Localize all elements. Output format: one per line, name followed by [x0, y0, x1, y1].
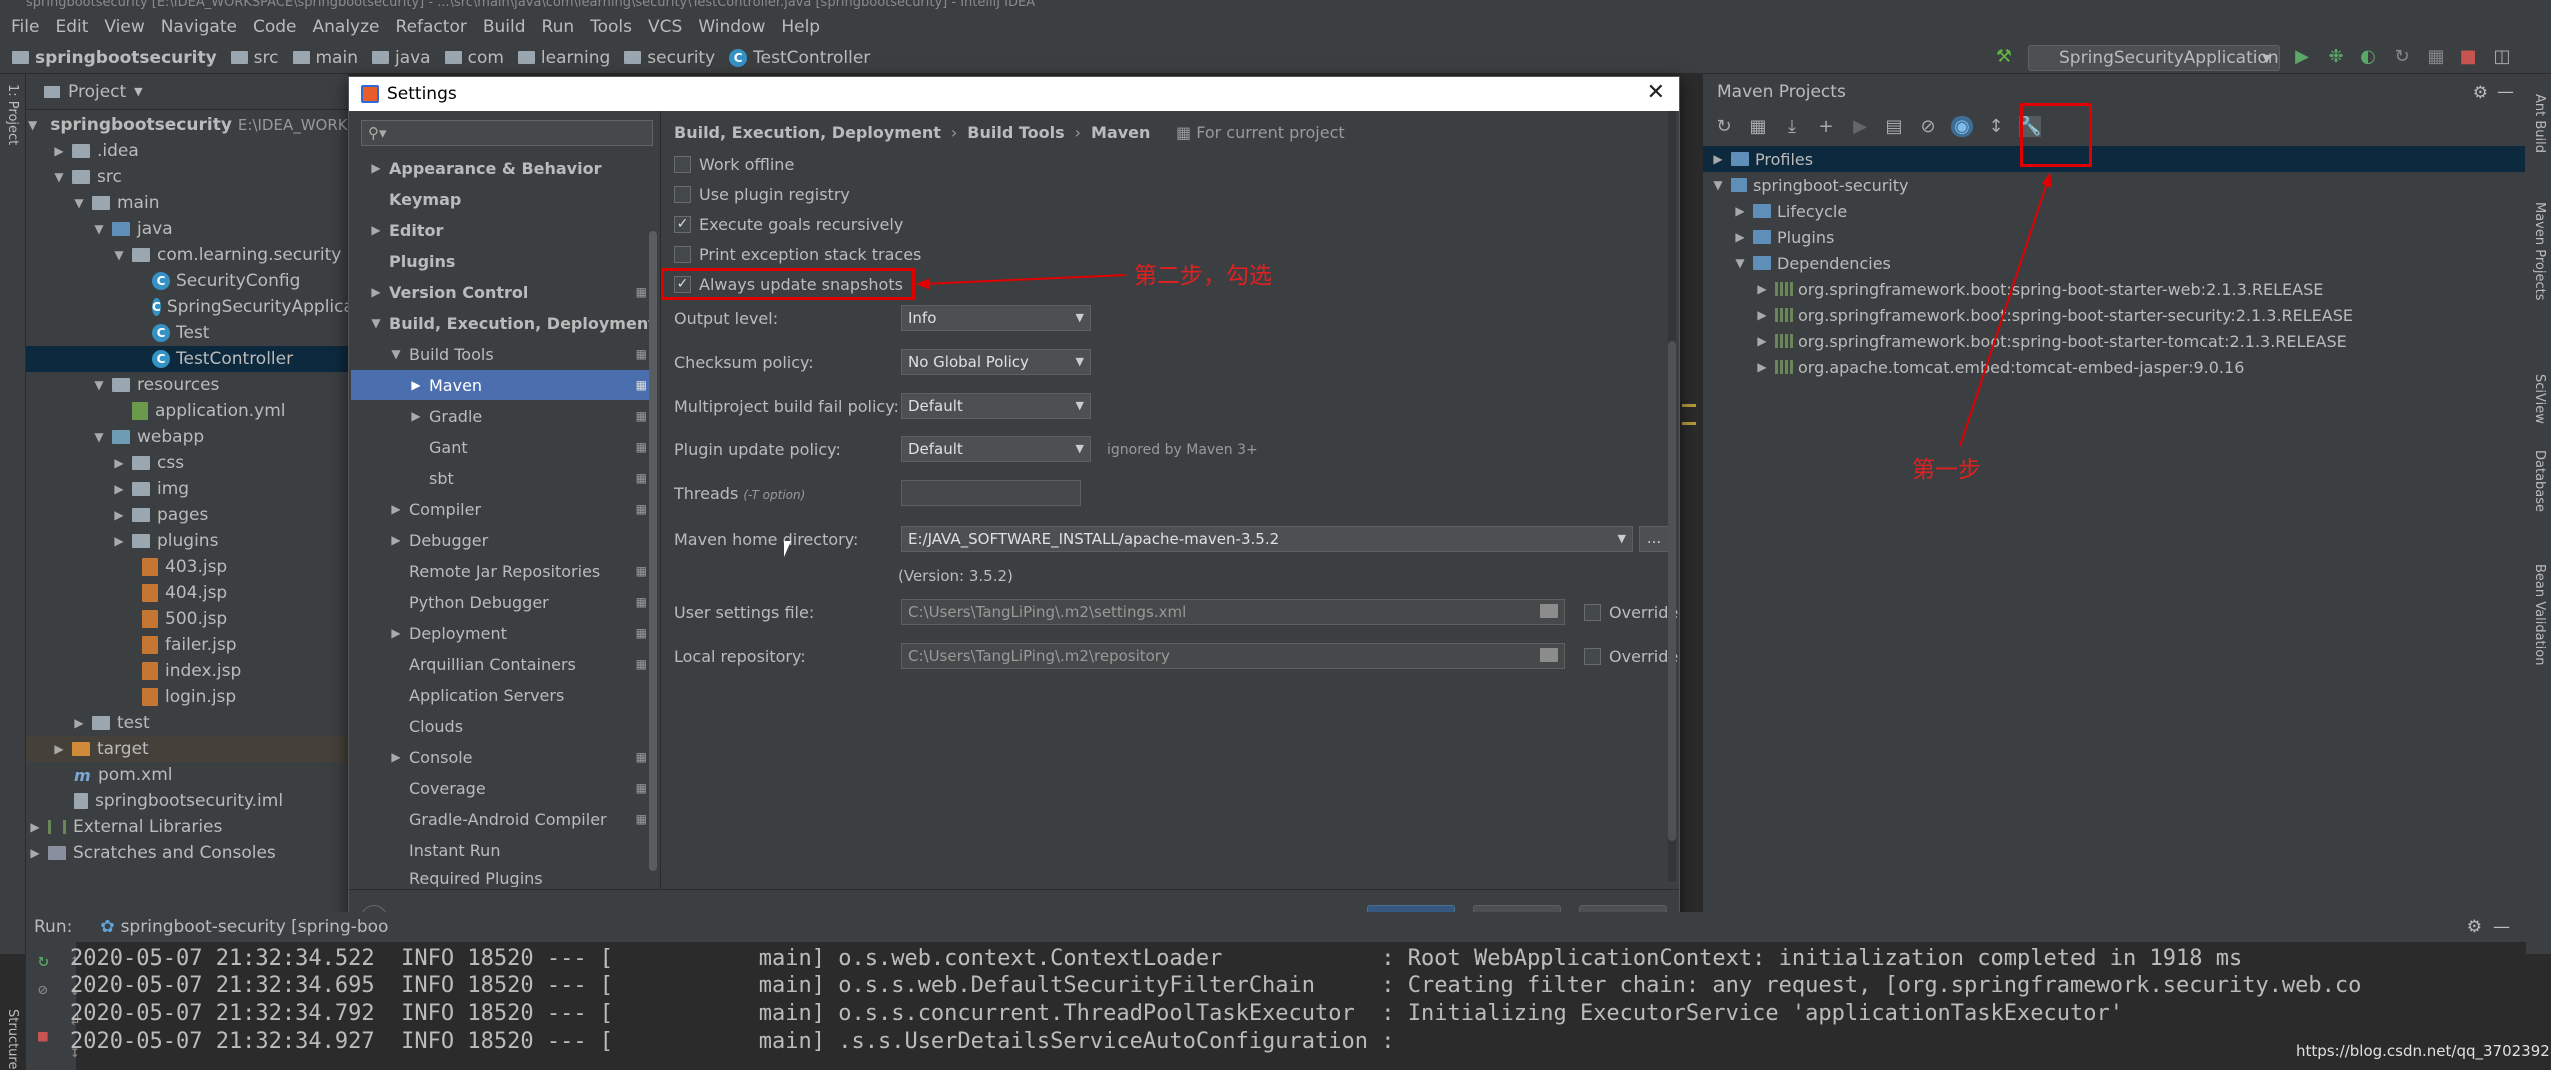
- run-console: ↻ ⊘ ■ ↑ ↓ ↲ ↧ 2020-05-07 21:32:34.522 IN…: [26, 942, 2526, 1070]
- pause-icon[interactable]: ⊘: [38, 980, 48, 999]
- console-line: 2020-05-07 21:32:34.927 INFO 18520 --- […: [70, 1029, 1395, 1054]
- step2-arrowhead: [916, 278, 930, 290]
- minimize-icon[interactable]: —: [2493, 917, 2510, 937]
- watermark-url: https://blog.csdn.net/qq_37023928: [2296, 1042, 2551, 1060]
- console-line: 2020-05-07 21:32:34.695 INFO 18520 --- […: [70, 973, 2362, 998]
- step2-annotation: 第二步，勾选: [1134, 263, 1272, 289]
- run-tab[interactable]: springboot-security [spring-boo: [121, 917, 389, 937]
- run-console-gutter: ↻ ⊘ ■ ↑ ↓ ↲ ↧: [26, 942, 80, 1070]
- stop-icon[interactable]: ■: [38, 1026, 48, 1045]
- step2-arrow: [921, 274, 1127, 285]
- run-label: Run:: [34, 917, 73, 937]
- run-toolbar: Run: ✿ springboot-security [spring-boo ⚙…: [26, 912, 2526, 942]
- step1-arrow: [1959, 179, 2049, 447]
- console-line: 2020-05-07 21:32:34.792 INFO 18520 --- […: [70, 1001, 2123, 1026]
- rerun-icon[interactable]: ↻: [38, 950, 49, 971]
- console-line: 2020-05-07 21:32:34.522 INFO 18520 --- […: [70, 946, 2243, 971]
- mouse-cursor: [784, 541, 791, 557]
- gear-icon[interactable]: ⚙: [2467, 917, 2482, 937]
- step1-arrowhead: [2042, 172, 2052, 188]
- step1-annotation: 第一步: [1912, 457, 1981, 483]
- spring-boot-icon: ✿: [100, 917, 115, 937]
- annotation-arrows: [916, 172, 2052, 447]
